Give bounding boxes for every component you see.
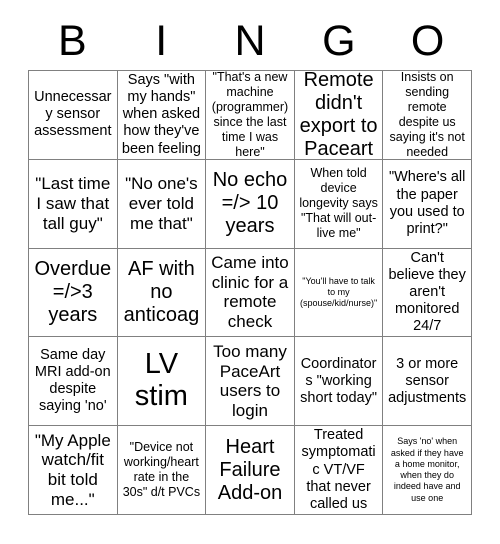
bingo-cell-b5[interactable]: "My Apple watch/fit bit told me..."	[29, 426, 118, 515]
bingo-header-letter-g: G	[322, 16, 356, 65]
bingo-cell-i3[interactable]: AF with no anticoag	[117, 248, 207, 338]
bingo-cell-n3[interactable]: Came into clinic for a remote check	[206, 248, 295, 338]
bingo-cell-text: Can't believe they aren't monitored 24/7	[388, 249, 466, 335]
bingo-header-letter-n: N	[234, 16, 266, 65]
bingo-cell-text: Heart Failure Add-on	[217, 435, 283, 504]
bingo-cell-text: When told device longevity says "That wi…	[299, 166, 378, 241]
bingo-cell-i1[interactable]: Says "with my hands" when asked how they…	[117, 71, 207, 160]
bingo-cell-text: Treated symptomatic VT/VF that never cal…	[301, 427, 376, 512]
bingo-cell-o4[interactable]: 3 or more sensor adjustments	[383, 337, 472, 427]
bingo-cell-o3[interactable]: Can't believe they aren't monitored 24/7	[383, 248, 472, 338]
bingo-cell-n5[interactable]: Heart Failure Add-on	[206, 426, 295, 515]
bingo-cell-i4[interactable]: LV stim	[117, 337, 207, 427]
bingo-cell-text: "No one's ever told me that"	[125, 174, 198, 233]
bingo-cell-text: "Device not working/heart rate in the 30…	[122, 440, 201, 500]
bingo-cell-text: Same day MRI add-on despite saying 'no'	[34, 347, 111, 415]
bingo-cell-text: "Last time I saw that tall guy"	[35, 174, 111, 233]
bingo-cell-b2[interactable]: "Last time I saw that tall guy"	[29, 159, 118, 249]
bingo-cell-text: "My Apple watch/fit bit told me..."	[34, 430, 111, 509]
bingo-cell-text: LV stim	[134, 348, 188, 413]
bingo-cell-b3[interactable]: Overdue =/>3 years	[29, 248, 118, 338]
bingo-cell-text: AF with no anticoag	[123, 257, 200, 326]
bingo-cell-text: Too many PaceArt users to login	[213, 341, 287, 420]
bingo-cell-g4[interactable]: Coordinators "working short today"	[294, 337, 384, 427]
bingo-cell-g2[interactable]: When told device longevity says "That wi…	[294, 159, 384, 249]
bingo-cell-g5[interactable]: Treated symptomatic VT/VF that never cal…	[294, 426, 384, 515]
bingo-cell-text: "You'll have to talk to my (spouse/kid/n…	[299, 275, 378, 309]
bingo-cell-g3[interactable]: "You'll have to talk to my (spouse/kid/n…	[294, 248, 384, 338]
bingo-cell-text: "Where's all the paper you used to print…	[388, 169, 466, 237]
bingo-cell-text: Remote didn't export to Paceart	[299, 71, 378, 160]
bingo-cell-text: Says "with my hands" when asked how they…	[121, 72, 201, 157]
bingo-cell-n1[interactable]: "That's a new machine (programmer) since…	[206, 71, 295, 160]
bingo-cell-o5[interactable]: Says 'no' when asked if they have a home…	[383, 426, 472, 515]
bingo-cell-text: 3 or more sensor adjustments	[388, 355, 467, 406]
bingo-cell-text: No echo =/> 10 years	[212, 169, 288, 238]
bingo-header-letter-o: O	[410, 16, 445, 65]
bingo-header-letter-b: B	[58, 16, 87, 65]
bingo-card: B I N G O Unnecessary sensor assessment S…	[0, 0, 500, 544]
bingo-cell-text: Came into clinic for a remote check	[211, 253, 289, 332]
bingo-cell-i5[interactable]: "Device not working/heart rate in the 30…	[117, 426, 207, 515]
bingo-cell-b4[interactable]: Same day MRI add-on despite saying 'no'	[29, 337, 118, 427]
bingo-cell-text: "That's a new machine (programmer) since…	[211, 71, 289, 159]
bingo-cell-b1[interactable]: Unnecessary sensor assessment	[29, 71, 118, 160]
bingo-cell-text: Insists on sending remote despite us say…	[389, 71, 465, 159]
bingo-cell-text: Unnecessary sensor assessment	[34, 89, 112, 140]
bingo-header-row: B I N G O	[28, 14, 472, 68]
bingo-cell-text: Coordinators "working short today"	[300, 355, 378, 406]
bingo-cell-o1[interactable]: Insists on sending remote despite us say…	[383, 71, 472, 160]
bingo-header-letter-i: I	[155, 16, 168, 65]
bingo-cell-n2[interactable]: No echo =/> 10 years	[206, 159, 295, 249]
bingo-cell-i2[interactable]: "No one's ever told me that"	[117, 159, 207, 249]
bingo-cell-text: Overdue =/>3 years	[34, 257, 112, 326]
bingo-cell-text: Says 'no' when asked if they have a home…	[390, 436, 464, 503]
bingo-cell-g1[interactable]: Remote didn't export to Paceart	[294, 71, 384, 160]
bingo-cell-n4[interactable]: Too many PaceArt users to login	[206, 337, 295, 427]
bingo-grid: Unnecessary sensor assessment Says "with …	[28, 70, 472, 515]
bingo-cell-o2[interactable]: "Where's all the paper you used to print…	[383, 159, 472, 249]
